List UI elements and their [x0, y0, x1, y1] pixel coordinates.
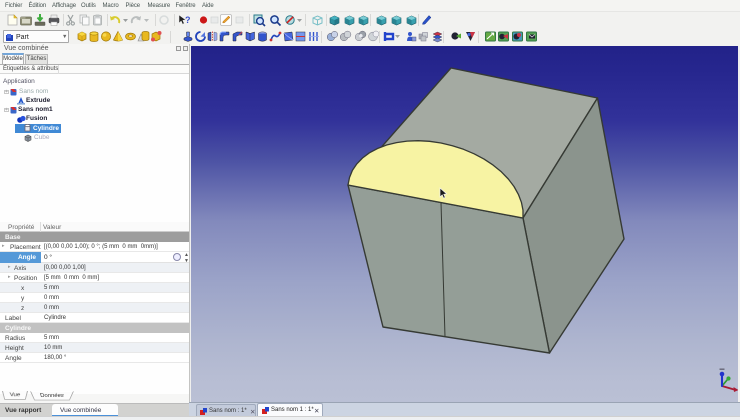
svg-text:?: ?: [185, 15, 191, 25]
